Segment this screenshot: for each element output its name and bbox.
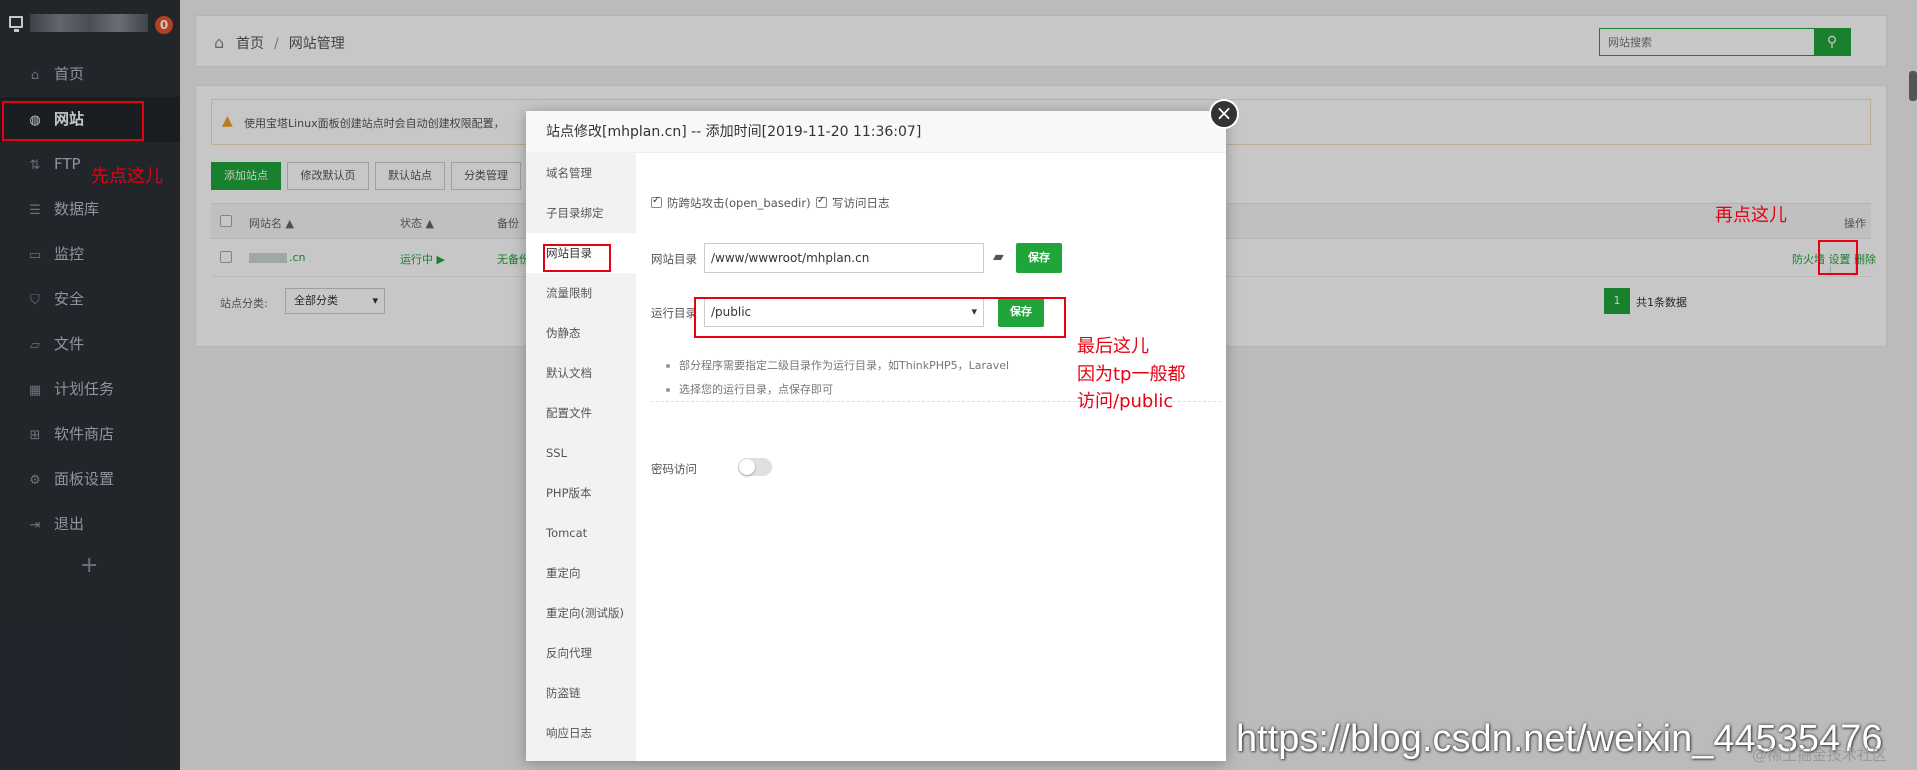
password-access-label: 密码访问 [651, 462, 697, 476]
annotation-last-1: 最后这儿 [1077, 336, 1149, 357]
site-dir-input[interactable]: /www/wwwroot/mhplan.cn [704, 243, 984, 273]
access-log-checkbox[interactable]: 写访问日志 [816, 195, 890, 211]
watermark-juejin: @稀土掘金技术社区 [1752, 746, 1888, 764]
annotation-box-settings [1818, 240, 1858, 275]
annotation-second: 再点这儿 [1715, 205, 1787, 226]
dialog-tab-domain[interactable]: 域名管理 [526, 153, 636, 193]
dialog-body: 防跨站攻击(open_basedir) 写访问日志 网站目录 /www/wwwr… [636, 153, 1226, 761]
dialog-tab-ssl[interactable]: SSL [526, 433, 636, 473]
password-access-toggle[interactable] [738, 458, 772, 476]
dialog-tab-proxy[interactable]: 反向代理 [526, 633, 636, 673]
dialog-tab-hotlink[interactable]: 防盗链 [526, 673, 636, 713]
tip-item: 部分程序需要指定二级目录作为运行目录，如ThinkPHP5，Laravel [666, 357, 1009, 373]
annotation-last-2: 因为tp一般都 [1077, 364, 1186, 385]
dialog-tab-rewrite[interactable]: 伪静态 [526, 313, 636, 353]
dialog-tab-default-doc[interactable]: 默认文档 [526, 353, 636, 393]
folder-open-icon[interactable]: ▰ [993, 249, 1004, 265]
tip-text: 选择您的运行目录，点保存即可 [679, 383, 833, 396]
dialog-tab-redirect-beta[interactable]: 重定向(测试版) [526, 593, 636, 633]
access-log-label: 写访问日志 [832, 196, 890, 210]
dialog-tab-response-log[interactable]: 响应日志 [526, 713, 636, 753]
annotation-box-site-dir [543, 244, 611, 272]
site-edit-dialog: 站点修改[mhplan.cn] -- 添加时间[2019-11-20 11:36… [526, 99, 1239, 761]
dialog-tab-traffic[interactable]: 流量限制 [526, 273, 636, 313]
dialog-tab-subdir[interactable]: 子目录绑定 [526, 193, 636, 233]
annotation-box-website [2, 101, 144, 141]
basedir-checkbox[interactable]: 防跨站攻击(open_basedir) [651, 195, 811, 211]
tip-text: 部分程序需要指定二级目录作为运行目录，如ThinkPHP5，Laravel [679, 359, 1010, 372]
site-dir-label: 网站目录 [651, 252, 697, 266]
dialog-tab-config[interactable]: 配置文件 [526, 393, 636, 433]
dialog-tab-tomcat[interactable]: Tomcat [526, 513, 636, 553]
close-icon[interactable]: × [1209, 99, 1239, 129]
annotation-box-run-dir [694, 297, 1066, 338]
checkbox-checked [651, 195, 662, 208]
tip-item: 选择您的运行目录，点保存即可 [666, 381, 833, 397]
checkbox-checked [816, 195, 827, 208]
basedir-label: 防跨站攻击(open_basedir) [667, 196, 811, 210]
dialog-tab-redirect[interactable]: 重定向 [526, 553, 636, 593]
dialog-tab-php[interactable]: PHP版本 [526, 473, 636, 513]
page-scrollbar[interactable] [1909, 71, 1917, 101]
run-dir-label: 运行目录 [651, 306, 697, 320]
save-site-dir-button[interactable]: 保存 [1016, 243, 1062, 273]
annotation-first: 先点这儿 [91, 166, 163, 187]
dialog-title: 站点修改[mhplan.cn] -- 添加时间[2019-11-20 11:36… [526, 111, 1226, 153]
annotation-last-3: 访问/public [1077, 391, 1174, 412]
